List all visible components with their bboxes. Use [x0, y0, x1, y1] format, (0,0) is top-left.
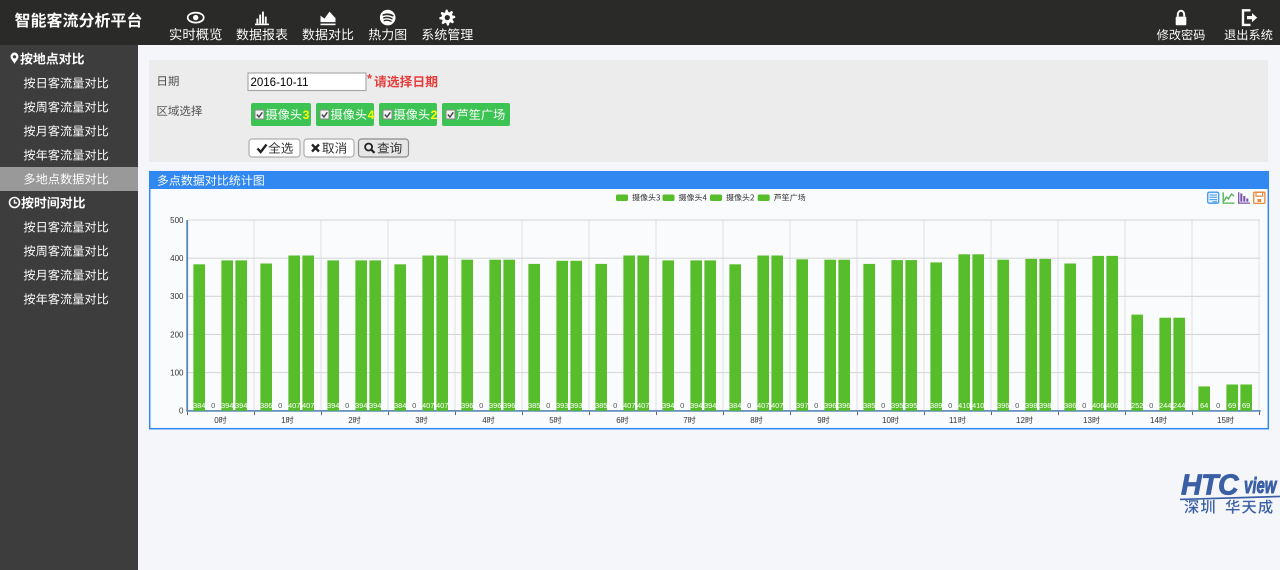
svg-text:396: 396	[838, 401, 851, 410]
svg-text:0: 0	[948, 401, 952, 410]
svg-text:69: 69	[1228, 401, 1236, 410]
svg-text:244: 244	[1159, 401, 1172, 410]
svg-text:407: 407	[637, 401, 650, 410]
svg-text:10: 10	[882, 416, 891, 425]
svg-text:406: 406	[1106, 401, 1119, 410]
svg-text:384: 384	[729, 401, 742, 410]
svg-text:0: 0	[1216, 401, 1220, 410]
svg-text:64: 64	[1200, 401, 1208, 410]
svg-text:3: 3	[303, 108, 310, 122]
svg-text:0: 0	[881, 401, 885, 410]
svg-text:0: 0	[345, 401, 349, 410]
svg-text:15: 15	[1217, 416, 1226, 425]
svg-text:0: 0	[211, 401, 215, 410]
svg-text:394: 394	[369, 401, 382, 410]
svg-text:300: 300	[170, 292, 184, 301]
svg-text:407: 407	[623, 401, 636, 410]
svg-text:386: 386	[260, 401, 273, 410]
svg-text:410: 410	[958, 401, 971, 410]
svg-text:0: 0	[278, 401, 282, 410]
svg-text:view: view	[1244, 473, 1278, 498]
svg-text:394: 394	[690, 401, 703, 410]
svg-text:396: 396	[824, 401, 837, 410]
svg-text:394: 394	[235, 401, 248, 410]
svg-text:395: 395	[891, 401, 904, 410]
svg-text:396: 396	[489, 401, 502, 410]
svg-text:0: 0	[747, 401, 751, 410]
svg-text:1: 1	[281, 416, 286, 425]
svg-text:407: 407	[302, 401, 315, 410]
svg-text:0: 0	[1149, 401, 1153, 410]
svg-text:6: 6	[616, 416, 621, 425]
svg-text:2: 2	[348, 416, 353, 425]
svg-text:407: 407	[771, 401, 784, 410]
svg-text:14: 14	[1150, 416, 1159, 425]
svg-text:200: 200	[170, 330, 184, 339]
svg-text:7: 7	[683, 416, 688, 425]
svg-text:394: 394	[704, 401, 717, 410]
svg-text:395: 395	[905, 401, 918, 410]
svg-text:393: 393	[556, 401, 569, 410]
svg-text:0: 0	[1015, 401, 1019, 410]
svg-text:394: 394	[327, 401, 340, 410]
svg-text:385: 385	[595, 401, 608, 410]
svg-text:0: 0	[1082, 401, 1086, 410]
svg-text:407: 407	[436, 401, 449, 410]
svg-text:HTC: HTC	[1181, 469, 1239, 501]
svg-text:393: 393	[570, 401, 583, 410]
svg-text:0: 0	[412, 401, 416, 410]
svg-text:0: 0	[814, 401, 818, 410]
svg-text:407: 407	[288, 401, 301, 410]
svg-text:389: 389	[930, 401, 943, 410]
svg-text:0: 0	[613, 401, 617, 410]
svg-text:384: 384	[193, 401, 206, 410]
svg-text:12: 12	[1016, 416, 1025, 425]
svg-text:396: 396	[997, 401, 1010, 410]
svg-text:400: 400	[170, 254, 184, 263]
svg-text:398: 398	[1039, 401, 1052, 410]
svg-text:385: 385	[528, 401, 541, 410]
svg-text:407: 407	[422, 401, 435, 410]
svg-text:385: 385	[863, 401, 876, 410]
svg-text:9: 9	[817, 416, 822, 425]
svg-text:0: 0	[479, 401, 483, 410]
svg-text:397: 397	[796, 401, 809, 410]
svg-text:8: 8	[750, 416, 755, 425]
svg-text:0: 0	[179, 407, 184, 416]
svg-text:5: 5	[549, 416, 554, 425]
svg-text:396: 396	[503, 401, 516, 410]
svg-text:0: 0	[680, 401, 684, 410]
svg-text:100: 100	[170, 369, 184, 378]
svg-text:69: 69	[1242, 401, 1250, 410]
svg-text:394: 394	[355, 401, 368, 410]
svg-text:398: 398	[1025, 401, 1038, 410]
svg-text:244: 244	[1173, 401, 1186, 410]
svg-text:4: 4	[368, 108, 375, 122]
svg-text:386: 386	[1064, 401, 1077, 410]
svg-text:252: 252	[1131, 401, 1144, 410]
svg-text:13: 13	[1083, 416, 1092, 425]
svg-text:384: 384	[394, 401, 407, 410]
svg-text:396: 396	[461, 401, 474, 410]
svg-text:0: 0	[546, 401, 550, 410]
svg-text:4: 4	[482, 416, 487, 425]
svg-text:500: 500	[170, 216, 184, 225]
svg-text:11: 11	[949, 416, 958, 425]
svg-text:406: 406	[1092, 401, 1105, 410]
svg-text:407: 407	[757, 401, 770, 410]
svg-text:2016-10-11: 2016-10-11	[251, 77, 309, 89]
svg-text:410: 410	[972, 401, 985, 410]
svg-text:394: 394	[221, 401, 234, 410]
svg-text:394: 394	[662, 401, 675, 410]
svg-text:2: 2	[431, 108, 438, 122]
svg-text:0: 0	[214, 416, 219, 425]
svg-text:3: 3	[415, 416, 420, 425]
